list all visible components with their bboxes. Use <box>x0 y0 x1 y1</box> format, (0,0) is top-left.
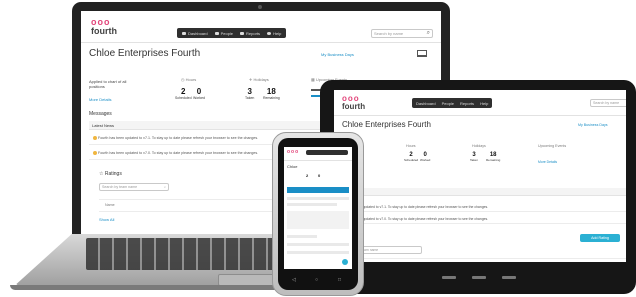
nav-help[interactable]: Help <box>480 101 488 106</box>
add-rating-button[interactable]: Add Rating <box>580 234 620 242</box>
table-divider <box>334 258 626 259</box>
action-button[interactable] <box>342 259 348 265</box>
more-details-link[interactable]: More Details <box>538 160 557 164</box>
nav-dashboard[interactable]: Dashboard <box>416 101 436 106</box>
text-line <box>287 235 317 238</box>
print-icon[interactable] <box>417 50 427 57</box>
column-name: Name <box>105 203 115 207</box>
page-title: Chloe Enterprises Fourth <box>89 48 201 59</box>
lightbulb-icon <box>93 151 97 156</box>
search-input[interactable]: Search by name <box>590 99 626 107</box>
search-input[interactable]: Search by name ⌕ <box>371 29 433 38</box>
device-mockup-stage: ooo fourth Dashboard People Reports Help… <box>0 0 636 297</box>
stat-scheduled: 2 <box>306 173 309 178</box>
main-nav: Dashboard People Reports Help <box>412 98 493 108</box>
text-line <box>287 243 349 246</box>
main-nav: Dashboard People Reports Help <box>177 28 287 38</box>
stat-worked: 0 Worked <box>420 152 431 162</box>
more-details-link[interactable]: More Details <box>89 97 111 102</box>
table-block <box>287 211 349 229</box>
nav-reports[interactable]: Reports <box>240 31 260 36</box>
messages-header <box>334 188 626 196</box>
view-switch[interactable]: My Business Days <box>578 123 608 127</box>
phone-back-button: ◁ <box>292 277 296 283</box>
text-line <box>287 251 349 254</box>
main-nav[interactable] <box>306 150 348 155</box>
search-icon: ⌕ <box>163 185 166 189</box>
top-bar: ooo fourth Dashboard People Reports Help… <box>81 11 441 43</box>
tablet-home-button <box>472 276 486 279</box>
page-title: Chloe Enterprises Fourth <box>342 120 431 129</box>
stat-worked: 0 Worked <box>193 87 205 100</box>
message-item[interactable]: Fourth has been updated to v7.1. To stay… <box>334 202 626 212</box>
nav-reports[interactable]: Reports <box>460 101 474 106</box>
message-item[interactable]: Fourth has been updated to v7.0. To stay… <box>334 214 626 224</box>
stat-remaining: 18 Remaining <box>486 152 501 162</box>
text-line <box>287 203 337 206</box>
stat-remaining: 18 Remaining <box>263 87 280 100</box>
holidays-label: ✈ Holidays <box>249 77 269 82</box>
help-icon <box>267 31 272 35</box>
nav-people[interactable]: People <box>442 101 454 106</box>
stat-taken: 3 Taken <box>470 152 479 162</box>
tablet-menu-button <box>502 276 516 279</box>
phone-menu-button: □ <box>338 277 342 283</box>
page-title: Chloe <box>287 164 298 169</box>
phone-bezel: ooo Chloe 2 0 ◁ ○ □ <box>278 138 358 290</box>
search-icon[interactable]: ⌕ <box>427 30 430 37</box>
ratings-search-input[interactable]: Search by team name ⌕ <box>99 183 169 191</box>
messages-title: Messages <box>89 111 112 117</box>
hours-label: ◷ Hours <box>181 77 197 82</box>
tablet-back-button <box>442 276 456 279</box>
view-switch[interactable]: My Business Days <box>321 52 354 57</box>
phone-screen: ooo Chloe 2 0 <box>284 147 352 269</box>
lightbulb-icon <box>93 136 97 141</box>
text-line <box>287 197 349 200</box>
logo[interactable]: ooo fourth <box>91 18 117 36</box>
top-bar: ooo <box>284 147 352 161</box>
people-icon <box>214 31 219 35</box>
events-label: Upcoming Events <box>538 144 567 148</box>
nav-people[interactable]: People <box>214 31 233 36</box>
reports-icon <box>240 31 245 35</box>
stat-scheduled: 2 Scheduled <box>175 87 192 100</box>
holidays-label: Holidays <box>472 144 486 148</box>
stat-taken: 3 Taken <box>245 87 255 100</box>
nav-help[interactable]: Help <box>267 31 281 36</box>
logo[interactable]: ooo <box>287 150 299 155</box>
ratings-title: ☆ Ratings <box>99 171 122 177</box>
top-bar: ooo fourth Dashboard People Reports Help… <box>334 90 626 116</box>
tablet-screen: ooo fourth Dashboard People Reports Help… <box>334 90 626 262</box>
stat-scheduled: 2 Scheduled <box>404 152 419 162</box>
laptop-camera <box>258 5 262 9</box>
nav-dashboard[interactable]: Dashboard <box>182 31 208 36</box>
dashboard-icon <box>182 31 186 35</box>
logo[interactable]: ooo fourth <box>342 95 365 111</box>
stat-worked: 0 <box>318 173 321 178</box>
show-all-link[interactable]: Show All <box>99 217 114 222</box>
tablet-device: ooo fourth Dashboard People Reports Help… <box>320 80 636 294</box>
logo-word: fourth <box>91 26 117 36</box>
phone-home-button: ○ <box>315 277 319 283</box>
summary-text: Applied to chart of all positions <box>89 79 127 89</box>
phone-device: ooo Chloe 2 0 ◁ ○ □ <box>272 132 364 296</box>
hours-label: Hours <box>406 144 416 148</box>
section-bar <box>287 187 349 193</box>
